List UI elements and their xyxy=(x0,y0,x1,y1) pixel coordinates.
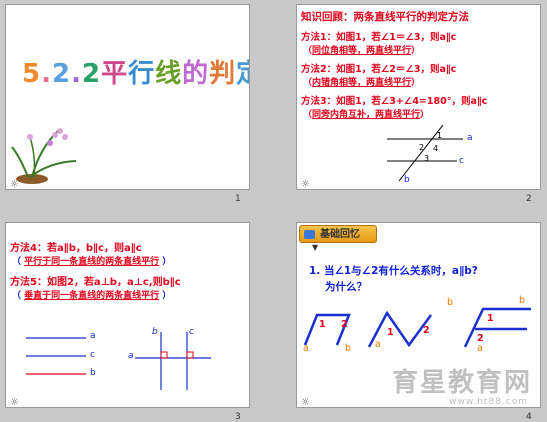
watermark-logo: 育星教育网 xyxy=(391,368,532,398)
method3-text: 方法3：如图1，若∠3+∠4=180°，则a∥c xyxy=(301,96,488,107)
slide-4-thumbnail[interactable]: 基础回忆 ▼ 1. 当∠1与∠2有什么关系时，a∥b? 为什么？ a b 1 2… xyxy=(296,222,541,408)
slide-1-thumbnail[interactable]: 5.2.2 平行线的判定（2） ☼ xyxy=(5,4,250,190)
method2-reason: （内错角相等，两直线平行） xyxy=(303,78,421,88)
diagram2-b-label: b xyxy=(152,327,158,337)
diagram1-a-label: a xyxy=(90,331,96,341)
slide2-number: 2 xyxy=(526,194,532,204)
fig1-a-label: a xyxy=(303,343,309,354)
angle-4-label: 4 xyxy=(433,144,439,153)
slide4-number: 4 xyxy=(526,412,532,422)
fig3-b-label: b xyxy=(519,295,526,306)
slide4-transition-icon: ☼ xyxy=(301,397,310,408)
method4-reason: （ 平行于同一条直线的两条直线平行 ） xyxy=(12,257,172,267)
chevron-down-icon: ▼ xyxy=(312,243,319,252)
slide1-title: 5.2.2 平行线的判定（2） xyxy=(22,59,249,89)
fig1-angle1-label: 1 xyxy=(319,319,326,330)
fig1-b-label: b xyxy=(345,343,352,354)
method5-text: 方法5：如图2，若a⊥b，a⊥c,则b∥c xyxy=(10,277,181,288)
method3-reason: （同旁内角互补，两直线平行） xyxy=(303,110,430,120)
fig3-angle1-label: 1 xyxy=(487,313,494,324)
line-b-label: b xyxy=(404,175,410,185)
line-c-label: c xyxy=(459,156,464,166)
diagram2-a-label: a xyxy=(128,351,134,361)
method2-text: 方法2：如图1，若∠2＝∠3，则a∥c xyxy=(301,64,457,75)
angle-2-label: 2 xyxy=(419,143,425,152)
orchid-decoration xyxy=(11,128,77,184)
method1-text: 方法1：如图1，若∠1＝∠3，则a∥c xyxy=(301,32,457,43)
parallel-lines-diagram xyxy=(26,337,86,375)
slide2-transition-icon: ☼ xyxy=(301,179,310,190)
slide3-number: 3 xyxy=(235,412,241,422)
method5-reason: （ 垂直于同一条直线的两条直线平行 ） xyxy=(12,291,172,301)
slide2-heading: 知识回顾：两条直线平行的判定方法 xyxy=(301,11,469,23)
question-1-why: 为什么？ xyxy=(325,281,367,293)
method4-text: 方法4：若a∥b，b∥c，则a∥c xyxy=(10,243,142,254)
angle-3-label: 3 xyxy=(424,154,430,163)
angle-1-label: 1 xyxy=(437,131,443,140)
slide1-transition-icon: ☼ xyxy=(10,179,19,190)
fig3-a-label: a xyxy=(477,343,483,354)
diagram1-c-label: c xyxy=(90,350,95,360)
fig3-angle2-label: 2 xyxy=(477,333,484,344)
slide1-number: 1 xyxy=(235,194,241,204)
slide-3-thumbnail[interactable]: 方法4：若a∥b，b∥c，则a∥c （ 平行于同一条直线的两条直线平行 ） 方法… xyxy=(5,222,250,408)
banner-icon xyxy=(304,230,315,239)
review-banner: 基础回忆 xyxy=(299,225,377,243)
fig2-b-label: b xyxy=(447,297,454,308)
slide3-transition-icon: ☼ xyxy=(10,397,19,408)
slide-2-thumbnail[interactable]: 知识回顾：两条直线平行的判定方法 方法1：如图1，若∠1＝∠3，则a∥c （同位… xyxy=(296,4,541,190)
fig2-angle1-label: 1 xyxy=(387,327,394,338)
diagram2-c-label: c xyxy=(189,327,194,337)
fig1-angle2-label: 2 xyxy=(341,319,348,330)
line-a-label: a xyxy=(467,133,473,143)
diagram1-b-label: b xyxy=(90,368,96,378)
perpendicular-diagram xyxy=(135,332,211,390)
method1-reason: （同位角相等，两直线平行） xyxy=(303,46,421,56)
fig2-a-label: a xyxy=(375,339,381,350)
watermark-url: www.ht88.com xyxy=(449,397,528,407)
question-1-text: 1. 当∠1与∠2有什么关系时，a∥b? xyxy=(309,265,478,277)
fig2-angle2-label: 2 xyxy=(423,325,430,336)
